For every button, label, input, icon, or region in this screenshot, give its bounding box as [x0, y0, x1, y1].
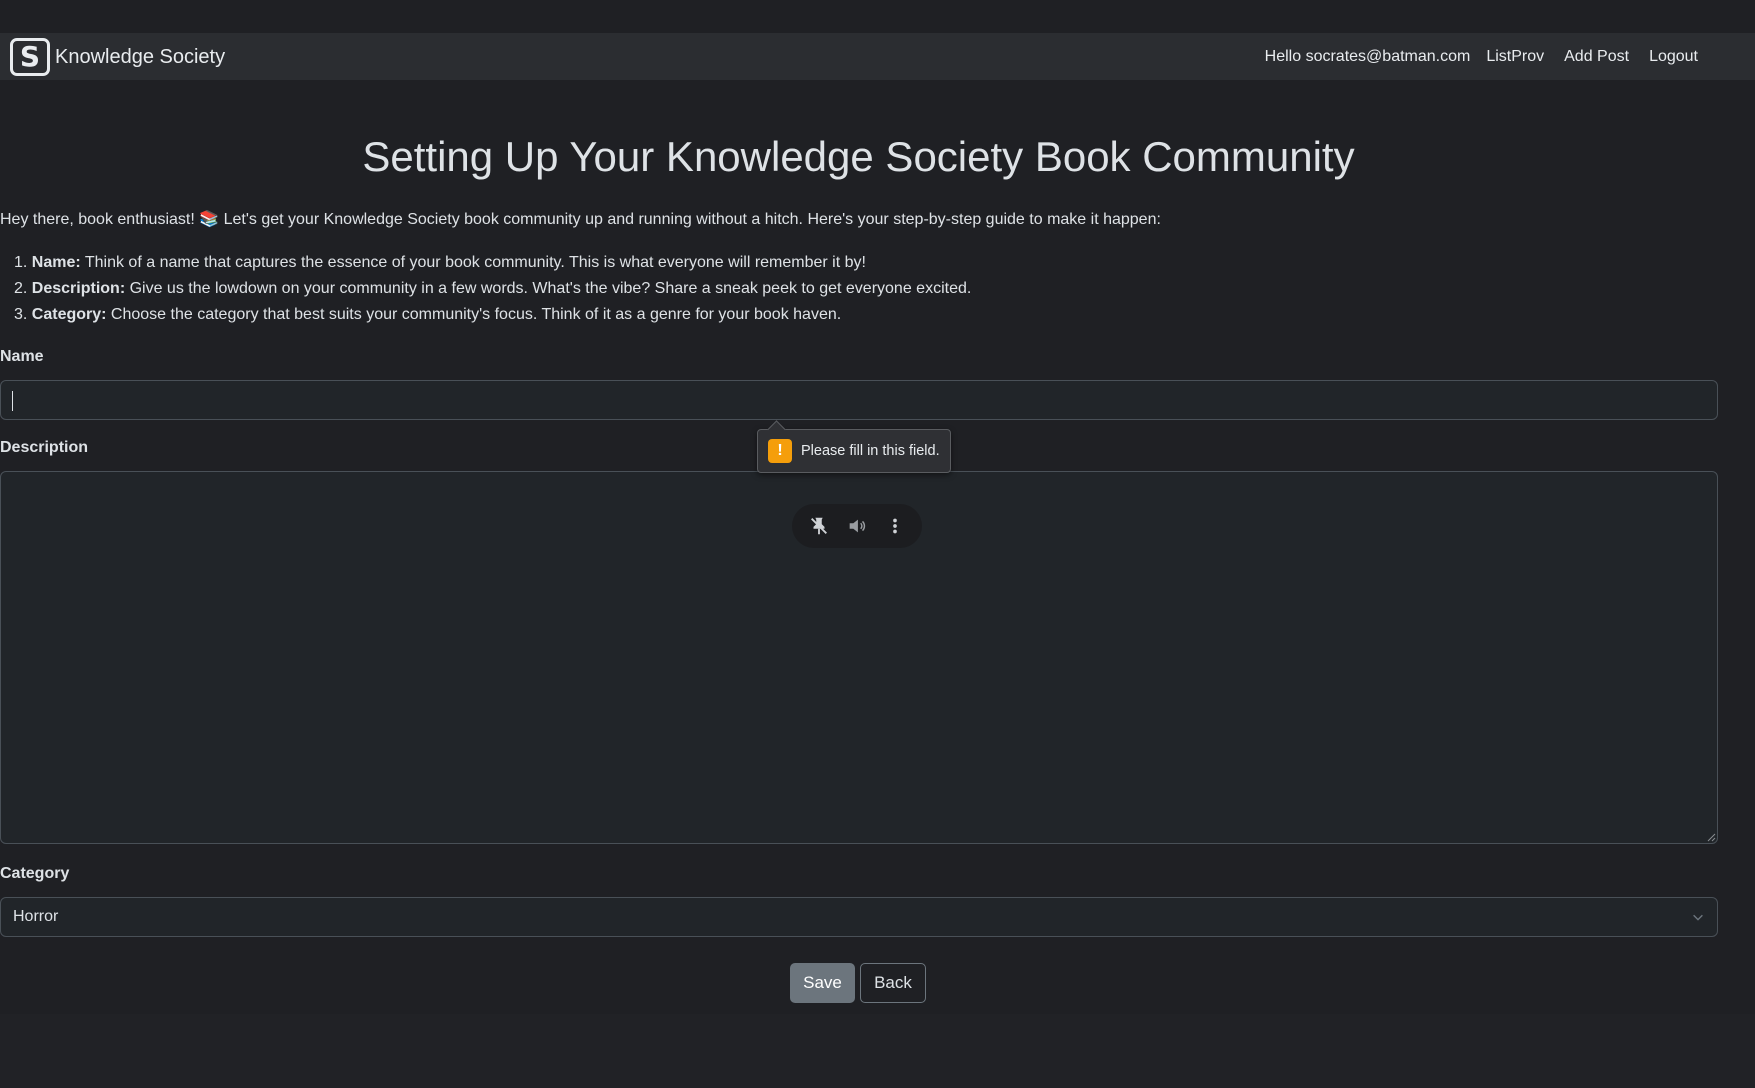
more-vertical-icon[interactable]	[884, 515, 906, 537]
step-label: Category:	[31, 306, 107, 323]
step-number: 2.	[14, 280, 28, 297]
back-button[interactable]: Back	[860, 963, 926, 1003]
intro-text: Hey there, book enthusiast! 📚 Let's get …	[0, 209, 1161, 229]
description-label: Description	[0, 439, 89, 456]
validation-tooltip: ! Please fill in this field.	[757, 429, 951, 473]
step-text: Choose the category that best suits your…	[106, 306, 842, 323]
brand-name: Knowledge Society	[55, 45, 226, 68]
nav-link-add-post[interactable]: Add Post	[1564, 48, 1629, 66]
media-controls-overlay	[792, 504, 922, 548]
category-label: Category	[0, 865, 70, 882]
step-text: Give us the lowdown on your community in…	[125, 280, 972, 297]
step-text: Think of a name that captures the essenc…	[80, 254, 866, 271]
step-item: 2. Description: Give us the lowdown on y…	[14, 278, 971, 304]
nav-link-logout[interactable]: Logout	[1649, 48, 1698, 66]
window-top-strip	[0, 0, 1755, 33]
books-emoji-icon: 📚	[199, 211, 220, 228]
footer-area	[0, 1014, 1755, 1088]
step-label: Name:	[31, 254, 81, 271]
chevron-down-icon	[1693, 914, 1703, 921]
page-title: Setting Up Your Knowledge Society Book C…	[362, 133, 1355, 180]
volume-icon[interactable]	[846, 515, 868, 537]
step-item: 1. Name: Think of a name that captures t…	[14, 252, 971, 278]
intro-text-end: Let's get your Knowledge Society book co…	[219, 211, 1161, 228]
main-content: Setting Up Your Knowledge Society Book C…	[0, 80, 1755, 1014]
warning-exclamation-icon: !	[768, 439, 792, 463]
save-button[interactable]: Save	[790, 963, 855, 1003]
text-caret	[12, 391, 13, 411]
unpin-icon[interactable]	[808, 515, 830, 537]
step-number: 1.	[14, 254, 28, 271]
brand[interactable]: S Knowledge Society	[10, 38, 225, 76]
step-item: 3. Category: Choose the category that be…	[14, 304, 971, 330]
category-select[interactable]: Horror	[0, 897, 1718, 937]
name-label: Name	[0, 348, 44, 365]
resize-grip-icon[interactable]	[1706, 832, 1716, 842]
intro-text-start: Hey there, book enthusiast!	[0, 211, 200, 228]
bracket-s-logo-icon: S	[10, 38, 50, 76]
navbar: S Knowledge Society Hello socrates@batma…	[0, 33, 1755, 80]
steps-list: 1. Name: Think of a name that captures t…	[14, 252, 971, 330]
user-greeting: Hello socrates@batman.com	[1264, 47, 1471, 65]
nav-right: Hello socrates@batman.com ListProv Add P…	[1265, 33, 1698, 80]
nav-link-listprov[interactable]: ListProv	[1486, 48, 1544, 66]
step-label: Description:	[31, 280, 126, 297]
step-number: 3.	[14, 306, 28, 323]
name-input[interactable]	[0, 380, 1718, 420]
category-selected-value: Horror	[13, 908, 59, 925]
validation-message: Please fill in this field.	[801, 443, 940, 459]
